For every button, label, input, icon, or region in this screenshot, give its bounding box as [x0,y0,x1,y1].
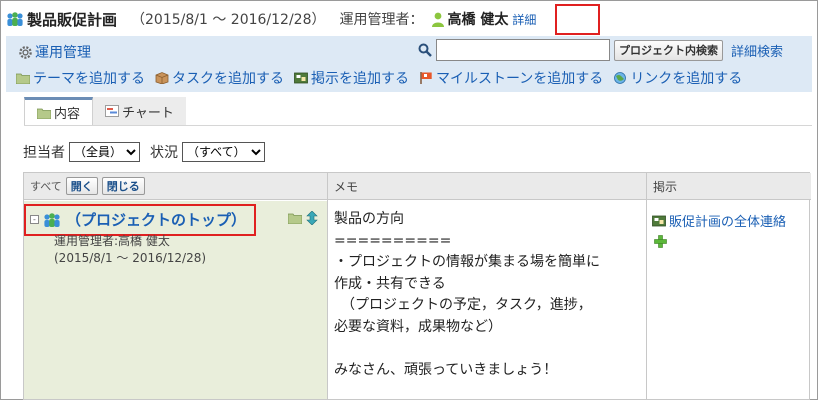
add-milestone-link[interactable]: マイルストーンを追加する [419,68,603,88]
box-icon [155,72,169,84]
project-top-meta: 運用管理者:高橋 健太 (2015/8/1 ～ 2016/12/28) [54,233,206,267]
add-link-link[interactable]: リンクを追加する [613,68,742,88]
add-task-label: タスクを追加する [172,71,284,87]
search-input[interactable] [436,39,610,61]
expand-all-button[interactable]: 開く [65,177,98,195]
gear-icon [19,45,32,59]
project-top-manager: 運用管理者:高橋 健太 [54,234,170,248]
project-table: すべて 開く 閉じる メモ 掲示 - （プロジェクトのトップ） 運用管理者:高橋… [23,172,811,400]
row-action-icons [288,211,322,225]
project-people-icon [7,12,23,26]
detail-link[interactable]: 詳細 [512,11,536,28]
admin-link-wrap[interactable]: 運用管理 [18,42,91,62]
board-item[interactable]: 販促計画の全体連絡 [652,211,786,230]
column-divider [327,173,328,400]
tab-divider [24,125,812,126]
add-plus-icon[interactable] [654,235,667,248]
project-top-link[interactable]: （プロジェクトのトップ） [66,209,246,230]
globe-icon [614,72,627,84]
user-icon [432,12,445,27]
status-label: 状況 [150,145,178,161]
bulletin-board-icon [652,215,666,226]
tab-chart-label: チャート [122,105,174,121]
project-search-button[interactable]: プロジェクト内検索 [614,39,723,61]
board-item-link[interactable]: 販促計画の全体連絡 [669,211,786,230]
toolbar-actions-row: テーマを追加する タスクを追加する 掲示を追加する マイルストーンを追加する リ… [6,66,812,90]
project-title: 製品販促計画 [27,10,118,29]
detail-highlight-box [555,4,600,35]
project-toolbar: 運用管理 プロジェクト内検索 詳細検索 テーマを追加する タスクを追加する 掲示… [6,36,812,92]
move-updown-icon[interactable] [305,211,319,225]
add-link-label: リンクを追加する [630,71,743,87]
toolbar-top-row: 運用管理 プロジェクト内検索 詳細検索 [6,38,812,64]
add-board-link[interactable]: 掲示を追加する [294,68,409,88]
view-tabs: 内容 チャート [24,97,186,125]
assignee-label: 担当者 [23,145,65,161]
memo-text: 製品の方向 ========== ・プロジェクトの情報が集まる場を簡単に 作成・… [334,211,600,378]
header-board: 掲示 [647,173,811,200]
project-period: （2015/8/1 ～ 2016/12/28） [131,12,326,28]
all-label: すべて [30,180,62,193]
tab-content[interactable]: 内容 [24,97,94,125]
title-row: 製品販促計画 （2015/8/1 ～ 2016/12/28） 運用管理者： 高橋… [6,6,536,32]
search-icon [418,43,432,57]
folder-icon [16,73,30,84]
folder-icon [37,108,51,119]
assignee-select[interactable]: （全員） [69,142,140,162]
add-milestone-label: マイルストーンを追加する [436,71,604,87]
header-memo: メモ [328,173,646,200]
bulletin-board-icon [294,72,308,84]
status-select[interactable]: （すべて） [182,142,265,162]
column-divider [646,173,647,400]
collapse-toggle-icon[interactable]: - [30,215,39,224]
search-area: プロジェクト内検索 詳細検索 [418,39,783,61]
folder-icon[interactable] [288,212,302,224]
project-top-period: (2015/8/1 ～ 2016/12/28) [54,251,207,265]
milestone-flag-icon [420,72,432,84]
tab-content-label: 内容 [54,107,81,122]
collapse-all-button[interactable]: 閉じる [101,177,145,195]
advanced-search-link[interactable]: 詳細検索 [731,41,783,60]
add-theme-link[interactable]: テーマを追加する [16,68,145,88]
manager-name[interactable]: 高橋 健太 [447,9,508,29]
filter-bar: 担当者 （全員） 状況 （すべて） [23,142,275,162]
project-top-row: - （プロジェクトのトップ） [30,209,246,230]
tab-chart[interactable]: チャート [93,97,186,125]
add-board-label: 掲示を追加する [311,71,409,87]
project-people-icon [44,212,60,227]
manager-label: 運用管理者： [339,12,424,28]
chart-icon [105,105,119,117]
add-task-link[interactable]: タスクを追加する [155,68,284,88]
admin-link[interactable]: 運用管理 [35,42,91,62]
header-tree: すべて 開く 閉じる [24,173,327,200]
add-theme-label: テーマを追加する [33,71,145,87]
